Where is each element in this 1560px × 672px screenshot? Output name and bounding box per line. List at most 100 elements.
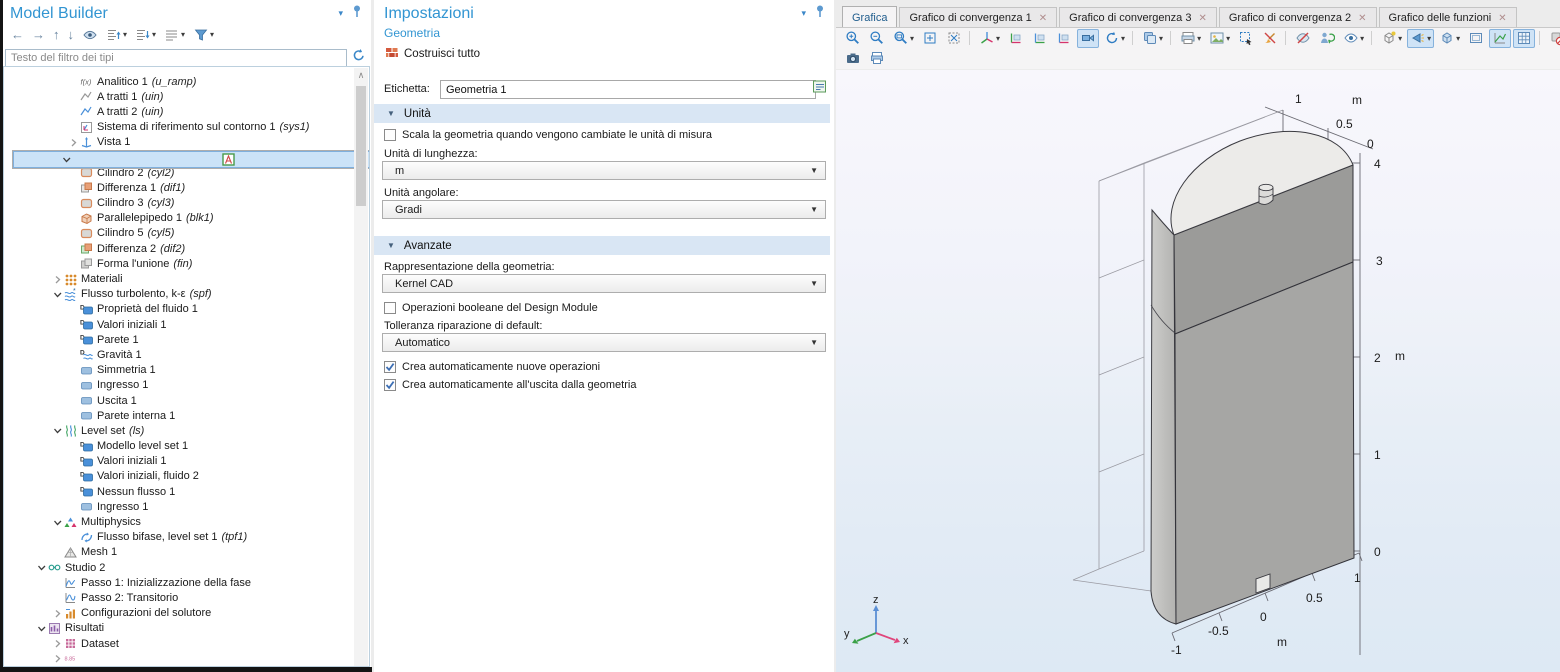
- move-up-icon[interactable]: ↑: [50, 25, 63, 44]
- tree-item[interactable]: Sistema di riferimento sul contorno 1(sy…: [4, 120, 354, 135]
- tree-item[interactable]: Parete interna 1: [4, 408, 354, 423]
- tree-item[interactable]: Configurazioni del solutore: [4, 606, 354, 621]
- length-unit-select[interactable]: m▼: [382, 161, 826, 180]
- tree-item[interactable]: DParete 1: [4, 332, 354, 347]
- go-back-icon[interactable]: ←: [8, 25, 27, 44]
- tree-item[interactable]: Cilindro 5(cyl5): [4, 226, 354, 241]
- panel-menu-icon[interactable]: ▾: [801, 8, 806, 19]
- tab-grafico-di-convergenza-2[interactable]: Grafico di convergenza 2✕: [1219, 7, 1377, 28]
- default-view-icon[interactable]: ▾: [976, 29, 1003, 48]
- tree-item[interactable]: *Flusso turbolento, k-ε(spf): [4, 287, 354, 302]
- select-box-icon[interactable]: [1235, 29, 1257, 48]
- close-icon[interactable]: ✕: [1358, 13, 1366, 24]
- show-icon[interactable]: [79, 25, 101, 44]
- expand-arrow[interactable]: [50, 275, 64, 284]
- perspective-icon[interactable]: [1077, 29, 1099, 48]
- tree-item[interactable]: Ingresso 1: [4, 378, 354, 393]
- tree-item[interactable]: DValori iniziali 1: [4, 454, 354, 469]
- reset-hiding-icon[interactable]: [1316, 29, 1338, 48]
- checkbox-unchecked[interactable]: [384, 129, 396, 141]
- expand-arrow[interactable]: [50, 654, 64, 663]
- tab-grafico-di-convergenza-1[interactable]: Grafico di convergenza 1✕: [899, 7, 1057, 28]
- image-snapshot-icon[interactable]: ▾: [1206, 29, 1233, 48]
- deselect-box-icon[interactable]: [1259, 29, 1281, 48]
- zoom-in-icon[interactable]: [842, 29, 864, 48]
- tree-item[interactable]: Passo 2: Transitorio: [4, 590, 354, 605]
- view-xy-icon[interactable]: [1005, 29, 1027, 48]
- tree-item[interactable]: Differenza 2(dif2): [4, 241, 354, 256]
- edit-label-icon[interactable]: [811, 78, 828, 100]
- expand-arrow[interactable]: [50, 426, 64, 435]
- tree-item[interactable]: Passo 1: Inizializzazione della fase: [4, 575, 354, 590]
- expand-arrow[interactable]: [59, 155, 73, 164]
- tree-item[interactable]: DModello level set 1: [4, 439, 354, 454]
- zoom-box-icon[interactable]: ▾: [890, 29, 917, 48]
- tolerance-select[interactable]: Automatico▼: [382, 333, 826, 352]
- zoom-extents-icon[interactable]: [919, 29, 941, 48]
- tree-item[interactable]: f(x)Analitico 1(u_ramp): [4, 74, 354, 89]
- expand-arrow[interactable]: [34, 563, 48, 572]
- checkbox-checked[interactable]: [384, 379, 396, 391]
- tree-item[interactable]: Materiali: [4, 271, 354, 286]
- tree-item[interactable]: DProprietà del fluido 1: [4, 302, 354, 317]
- tree-item[interactable]: DNessun flusso 1: [4, 484, 354, 499]
- tab-grafica[interactable]: Grafica: [842, 6, 897, 28]
- view-visibility-icon[interactable]: ▾: [1340, 29, 1367, 48]
- tree-item[interactable]: Level set(ls): [4, 423, 354, 438]
- section-units[interactable]: ▼ Unità: [374, 104, 830, 123]
- angular-unit-select[interactable]: Gradi▼: [382, 200, 826, 219]
- tree-item[interactable]: A tratti 1(uin): [4, 89, 354, 104]
- tab-grafico-delle-funzioni[interactable]: Grafico delle funzioni✕: [1379, 7, 1517, 28]
- scene-light-icon[interactable]: ▾: [1378, 29, 1405, 48]
- tree-item[interactable]: Multiphysics: [4, 514, 354, 529]
- tree-item[interactable]: DValori iniziali 1: [4, 317, 354, 332]
- type-filter-input[interactable]: [5, 49, 347, 67]
- tree-item[interactable]: Uscita 1: [4, 393, 354, 408]
- tree-item[interactable]: Simmetria 1: [4, 363, 354, 378]
- tree-scrollbar[interactable]: ∧: [354, 68, 368, 667]
- tree-item[interactable]: Studio 2: [4, 560, 354, 575]
- boolean-operations-checkbox[interactable]: Operazioni booleane del Design Module: [384, 302, 598, 314]
- tree-item[interactable]: Cilindro 3(cyl3): [4, 196, 354, 211]
- representation-select[interactable]: Kernel CAD▼: [382, 274, 826, 293]
- spotlight-icon[interactable]: ▾: [1407, 29, 1434, 48]
- tree-item[interactable]: DGravità 1: [4, 347, 354, 362]
- checkbox-checked[interactable]: [384, 361, 396, 373]
- tree-item[interactable]: Parallelepipedo 1(blk1): [4, 211, 354, 226]
- move-down-icon[interactable]: ↓: [65, 25, 78, 44]
- close-icon[interactable]: ✕: [1498, 13, 1506, 24]
- rotate-view-icon[interactable]: ▾: [1101, 29, 1128, 48]
- screenshot-icon[interactable]: [842, 49, 864, 68]
- close-icon[interactable]: ✕: [1039, 13, 1047, 24]
- view-frame-icon[interactable]: [1465, 29, 1487, 48]
- checkbox-unchecked[interactable]: [384, 302, 396, 314]
- filter-icon[interactable]: ▾: [190, 25, 217, 44]
- clear-color-icon[interactable]: [1546, 29, 1560, 48]
- tree-item[interactable]: Mesh 1: [4, 545, 354, 560]
- go-forward-icon[interactable]: →: [29, 25, 48, 44]
- graphics-canvas[interactable]: 1 m 0.5 0 4 3 2 m 1 0 1 0.5 0 -0.5 -1 m …: [836, 70, 1560, 672]
- tree-item[interactable]: Dataset: [4, 636, 354, 651]
- auto-new-operations-checkbox[interactable]: Crea automaticamente nuove operazioni: [384, 361, 600, 373]
- tab-grafico-di-convergenza-3[interactable]: Grafico di convergenza 3✕: [1059, 7, 1217, 28]
- expand-arrow[interactable]: [50, 639, 64, 648]
- tree-item[interactable]: Vista 1: [4, 135, 354, 150]
- zoom-to-selection-icon[interactable]: [943, 29, 965, 48]
- tree-item[interactable]: DValori iniziali, fluido 2: [4, 469, 354, 484]
- pin-icon[interactable]: [351, 4, 363, 23]
- scale-geometry-checkbox[interactable]: Scala la geometria quando vengono cambia…: [384, 129, 712, 141]
- transparency-icon[interactable]: ▾: [1139, 29, 1166, 48]
- zoom-out-icon[interactable]: [866, 29, 888, 48]
- scrollbar-thumb[interactable]: [356, 86, 366, 206]
- tree-item[interactable]: Geometria 1: [12, 150, 370, 169]
- hide-objects-icon[interactable]: [1292, 29, 1314, 48]
- print-graphics-icon[interactable]: [866, 49, 888, 68]
- label-input[interactable]: [440, 80, 816, 99]
- expand-arrow[interactable]: [50, 518, 64, 527]
- section-advanced[interactable]: ▼ Avanzate: [374, 236, 830, 255]
- pin-icon[interactable]: [814, 4, 826, 23]
- environment-icon[interactable]: ▾: [1436, 29, 1463, 48]
- tree-item[interactable]: Flusso bifase, level set 1(tpf1): [4, 530, 354, 545]
- print-image-icon[interactable]: ▾: [1177, 29, 1204, 48]
- tree-item[interactable]: Ingresso 1: [4, 499, 354, 514]
